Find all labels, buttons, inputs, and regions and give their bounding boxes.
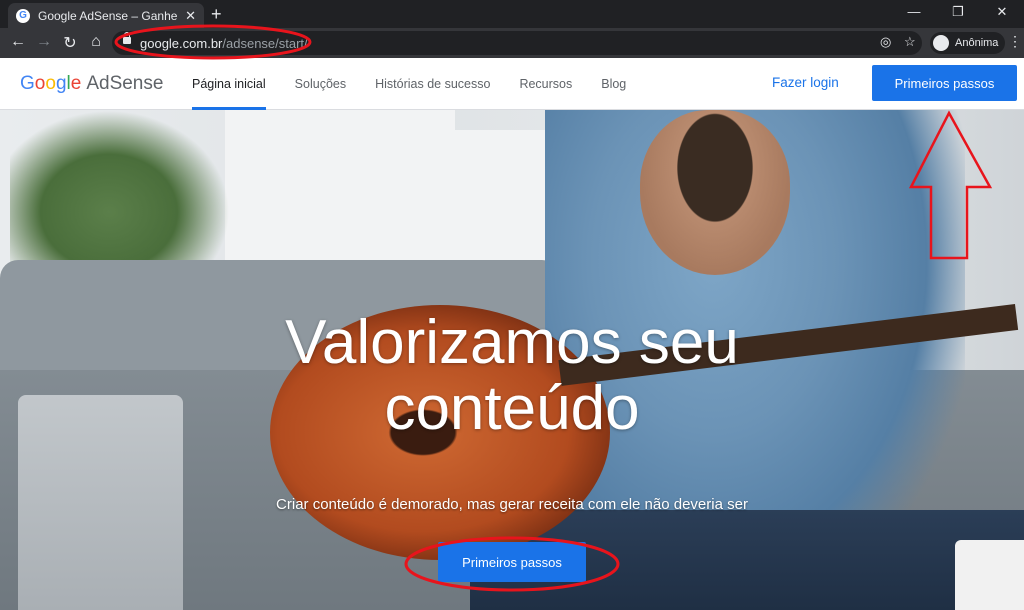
reload-icon[interactable]: ↻ — [60, 33, 80, 53]
forward-icon[interactable]: → — [34, 33, 54, 51]
mug — [955, 540, 1024, 610]
nav-item-home[interactable]: Página inicial — [192, 58, 266, 110]
star-icon[interactable]: ☆ — [904, 34, 916, 50]
person-head — [640, 110, 790, 275]
lock-icon[interactable] — [123, 32, 131, 44]
address-bar[interactable]: google.com.br/adsense/start/ ◎ ☆ — [112, 31, 922, 55]
get-started-button-hero[interactable]: Primeiros passos — [438, 542, 586, 582]
menu-icon[interactable]: ⋮ — [1008, 33, 1022, 50]
nav-item-blog[interactable]: Blog — [601, 58, 626, 110]
login-link[interactable]: Fazer login — [772, 75, 839, 90]
adsense-logo[interactable]: Google AdSense — [20, 73, 163, 95]
home-icon[interactable]: ⌂ — [86, 33, 106, 51]
minimize-icon[interactable]: — — [892, 0, 936, 28]
nav-item-resources[interactable]: Recursos — [519, 58, 572, 110]
browser-toolbar: ← → ↻ ⌂ google.com.br/adsense/start/ ◎ ☆… — [0, 28, 1024, 58]
back-icon[interactable]: ← — [8, 33, 28, 51]
site-header: Google AdSense Página inicial Soluções Hi… — [0, 58, 1024, 110]
profile-label: Anônima — [955, 37, 999, 49]
hero-title-line1: Valorizamos seu — [285, 308, 739, 377]
restore-icon[interactable]: ❐ — [936, 0, 980, 28]
plant — [10, 110, 230, 280]
google-favicon-icon: G — [16, 8, 30, 23]
window-controls: — ❐ ✕ — [892, 0, 1024, 28]
close-window-icon[interactable]: ✕ — [980, 0, 1024, 28]
tab-strip: G Google AdSense – Ganhe dinheiro ✕ + — … — [0, 0, 1024, 28]
hero-title-line2: conteúdo — [384, 374, 640, 443]
nav-item-solutions[interactable]: Soluções — [295, 58, 346, 110]
main-nav: Página inicial Soluções Histórias de suc… — [192, 58, 655, 110]
hero-title: Valorizamos seu conteúdo — [0, 310, 1024, 442]
nav-item-success-stories[interactable]: Histórias de sucesso — [375, 58, 490, 110]
close-tab-icon[interactable]: ✕ — [185, 8, 196, 24]
new-tab-button[interactable]: + — [211, 4, 222, 25]
incognito-icon — [933, 35, 949, 51]
url-host: google.com.br — [140, 36, 223, 51]
url-text: google.com.br/adsense/start/ — [140, 36, 308, 51]
hero-subtitle: Criar conteúdo é demorado, mas gerar rec… — [276, 496, 748, 513]
hero-section: Valorizamos seu conteúdo Criar conteúdo … — [0, 110, 1024, 610]
get-started-button-header[interactable]: Primeiros passos — [872, 65, 1017, 101]
incognito-profile-button[interactable]: Anônima — [930, 32, 1006, 54]
browser-tab[interactable]: G Google AdSense – Ganhe dinheiro ✕ — [8, 3, 204, 28]
url-path: /adsense/start/ — [222, 36, 308, 51]
tab-title: Google AdSense – Ganhe dinheiro — [38, 8, 179, 23]
eye-off-icon[interactable]: ◎ — [880, 34, 891, 50]
